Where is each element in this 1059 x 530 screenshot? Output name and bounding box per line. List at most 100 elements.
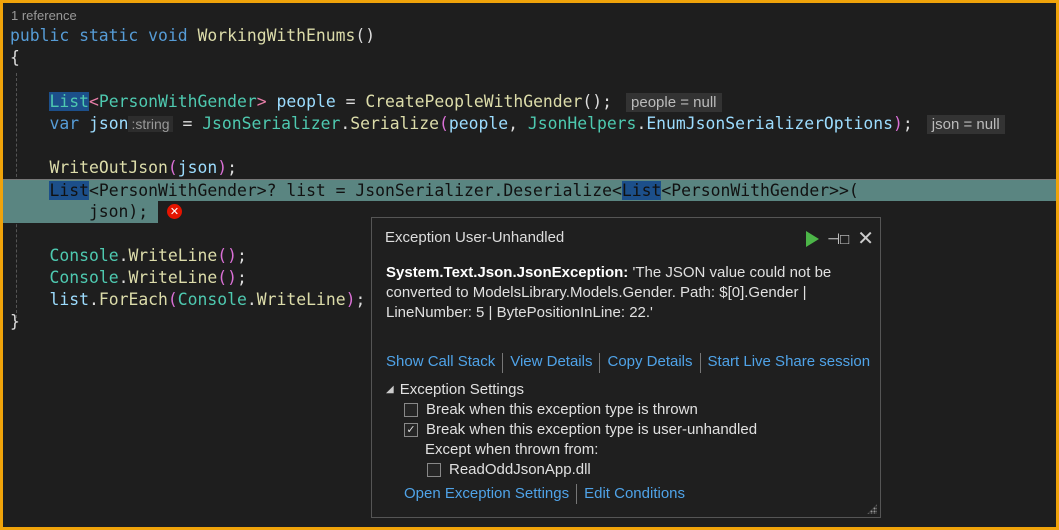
code-token: { <box>10 48 20 67</box>
checkbox-label: Break when this exception type is user-u… <box>426 421 758 438</box>
code-token: List <box>621 181 662 200</box>
code-line[interactable]: WriteOutJson(json); <box>3 157 1056 179</box>
error-icon[interactable]: ✕ <box>167 204 182 219</box>
resize-grip-icon[interactable] <box>867 504 877 514</box>
code-token: json <box>177 158 218 177</box>
code-token: ; <box>237 246 247 265</box>
code-token: () <box>355 26 376 45</box>
code-token: CreatePeopleWithGender <box>365 92 583 111</box>
code-line[interactable] <box>3 135 1056 157</box>
code-token: WriteLine <box>256 290 346 309</box>
checkbox-label: ReadOddJsonApp.dll <box>449 461 591 478</box>
code-token: ) <box>893 114 903 133</box>
reference-codelens[interactable]: 1 reference <box>11 8 77 23</box>
inlay-type-hint: :string <box>128 116 173 132</box>
code-token: Serialize <box>350 114 440 133</box>
except-module-checkbox[interactable]: ReadOddJsonApp.dll <box>386 460 757 480</box>
exception-settings-toggle[interactable]: ◢ Exception Settings <box>386 380 757 400</box>
open-exception-settings-link[interactable]: Open Exception Settings <box>404 484 569 504</box>
code-token: ; <box>355 290 366 309</box>
code-token: . <box>118 268 129 287</box>
code-token: ; <box>902 114 913 133</box>
code-token: . <box>118 246 129 265</box>
code-token: PersonWithGender <box>98 92 257 111</box>
code-line[interactable] <box>3 69 1056 91</box>
checkbox-label: Break when this exception type is thrown <box>426 401 698 418</box>
pin-icon[interactable]: ⊣□ <box>827 230 849 248</box>
checkbox-unchecked[interactable] <box>427 463 441 477</box>
divider <box>599 353 601 373</box>
code-token: (); <box>582 92 613 111</box>
code-token: List <box>49 181 89 200</box>
code-token: = <box>172 114 203 133</box>
popup-title: Exception User-Unhandled <box>385 229 565 246</box>
code-token: list <box>49 290 89 309</box>
debug-value-hint: people = null <box>626 93 722 112</box>
code-token: Console <box>49 246 119 265</box>
close-icon[interactable]: ✕ <box>857 226 874 251</box>
code-token: JsonHelpers <box>527 114 637 133</box>
code-token: () <box>217 246 237 265</box>
code-token: people <box>276 92 336 111</box>
code-token: WriteLine <box>128 246 218 265</box>
continue-play-icon[interactable] <box>806 230 820 247</box>
code-token: . <box>88 290 99 309</box>
code-token: , <box>508 114 528 133</box>
code-line[interactable]: List<PersonWithGender>? list = JsonSeria… <box>3 179 1056 201</box>
code-token: <PersonWithGender>? list = JsonSerialize… <box>88 181 622 200</box>
code-token: . <box>340 114 351 133</box>
code-token: WriteOutJson <box>49 158 168 177</box>
debug-value-hint: json = null <box>926 115 1005 134</box>
code-token: = <box>335 92 366 111</box>
checkbox-unchecked[interactable] <box>404 403 418 417</box>
code-line[interactable]: { <box>3 47 1056 69</box>
copy-details-link[interactable]: Copy Details <box>607 353 692 373</box>
code-token: List <box>49 92 89 111</box>
code-token: ( <box>439 114 449 133</box>
code-editor[interactable]: 1 reference public static void WorkingWi… <box>3 3 1056 527</box>
code-token: ; <box>227 158 238 177</box>
code-token: json <box>88 114 129 133</box>
code-line[interactable]: public static void WorkingWithEnums() <box>3 25 1056 47</box>
break-thrown-checkbox[interactable]: Break when this exception type is thrown <box>386 400 757 420</box>
code-token: ) <box>217 158 228 177</box>
live-share-link[interactable]: Start Live Share session <box>708 353 871 373</box>
break-unhandled-checkbox[interactable]: ✓ Break when this exception type is user-… <box>386 420 757 440</box>
code-token: public static void <box>10 26 198 45</box>
except-label: Except when thrown from: <box>425 441 599 458</box>
code-token: ( <box>167 158 178 177</box>
divider <box>699 353 701 373</box>
code-token: > <box>256 92 277 111</box>
code-line[interactable]: json); ✕ <box>3 201 182 223</box>
show-call-stack-link[interactable]: Show Call Stack <box>386 353 495 373</box>
code-token: EnumJsonSerializerOptions <box>646 114 894 133</box>
code-token: Console <box>49 268 119 287</box>
code-token: ; <box>237 268 247 287</box>
code-token: Console <box>177 290 247 309</box>
code-token: . <box>636 114 647 133</box>
code-line[interactable]: List<PersonWithGender> people = CreatePe… <box>3 91 1056 113</box>
checkbox-checked[interactable]: ✓ <box>404 423 418 437</box>
settings-header: Exception Settings <box>399 381 524 398</box>
code-token: . <box>246 290 257 309</box>
code-token: } <box>10 312 20 331</box>
code-token: ( <box>167 290 178 309</box>
code-token: < <box>88 92 99 111</box>
code-token: people <box>448 114 509 133</box>
code-line[interactable]: var json:string = JsonSerializer.Seriali… <box>3 113 1056 135</box>
code-token: JsonSerializer <box>202 114 341 133</box>
edit-conditions-link[interactable]: Edit Conditions <box>584 484 685 504</box>
code-token: () <box>217 268 237 287</box>
collapse-triangle-icon: ◢ <box>386 384 394 395</box>
code-token: WriteLine <box>128 268 218 287</box>
code-token: json); <box>10 202 149 221</box>
exception-popup: Exception User-Unhandled ⊣□ ✕ System.Tex… <box>371 217 881 518</box>
code-token: ) <box>345 290 356 309</box>
view-details-link[interactable]: View Details <box>510 353 592 373</box>
